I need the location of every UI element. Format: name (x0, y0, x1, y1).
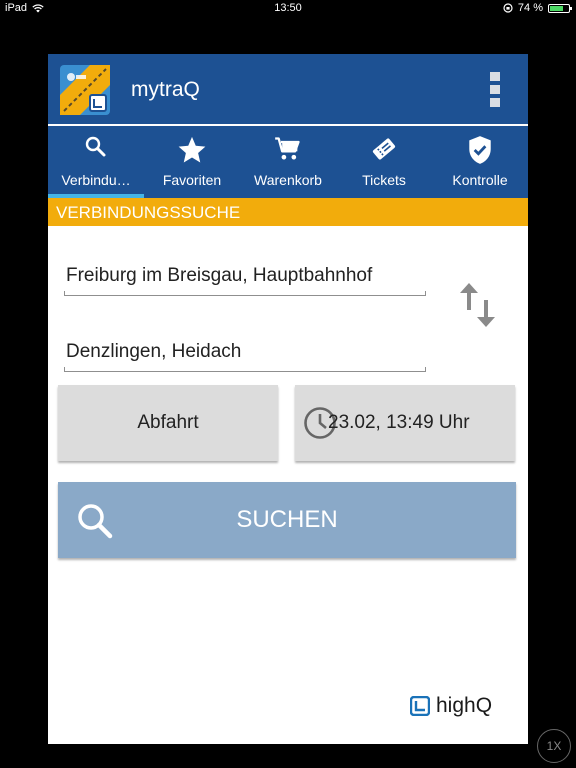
ticket-icon (372, 138, 396, 160)
tab-label: Verbindu… (61, 172, 131, 188)
search-icon (85, 136, 106, 157)
status-bar: iPad 13:50 74 % (0, 0, 576, 16)
field-underline (64, 367, 426, 372)
app-bar: mytraQ (48, 54, 528, 124)
tab-tickets[interactable]: Tickets (336, 126, 432, 198)
app-title: mytraQ (131, 78, 200, 101)
search-button-label: SUCHEN (236, 506, 338, 533)
swap-stations-icon[interactable] (458, 282, 498, 328)
tab-favorites[interactable]: Favoriten (144, 126, 240, 198)
cart-icon (275, 137, 300, 160)
battery-icon (548, 3, 572, 13)
to-station-field[interactable]: Denzlingen, Heidach (64, 334, 426, 372)
brand-name: highQ (436, 694, 493, 717)
app-logo-icon (60, 65, 110, 115)
app-window: mytraQ Verbindu… Favoriten Warenkorb Tic… (48, 54, 528, 744)
tab-control[interactable]: Kontrolle (432, 126, 528, 198)
brand-logo: highQ (410, 694, 492, 718)
zoom-toggle-button[interactable]: 1X (537, 729, 571, 763)
field-underline (64, 291, 426, 296)
battery-percent: 74 % (517, 2, 543, 14)
tab-cart[interactable]: Warenkorb (240, 126, 336, 198)
from-station-value: Freiburg im Breisgau, Hauptbahnhof (66, 265, 373, 286)
section-title: VERBINDUNGSSUCHE (56, 203, 241, 222)
from-station-field[interactable]: Freiburg im Breisgau, Hauptbahnhof (64, 258, 426, 296)
tab-connection-search[interactable]: Verbindu… (48, 126, 144, 198)
section-header: VERBINDUNGSSUCHE (48, 198, 528, 226)
to-station-value: Denzlingen, Heidach (66, 341, 242, 362)
tab-label: Warenkorb (254, 172, 322, 188)
tab-label: Favoriten (162, 172, 222, 188)
status-time: 13:50 (274, 2, 302, 14)
shield-check-icon (469, 136, 491, 164)
search-button[interactable]: SUCHEN (58, 482, 516, 558)
datetime-button[interactable]: 23.02, 13:49 Uhr (295, 385, 515, 461)
tab-label: Tickets (362, 172, 406, 188)
rotation-lock-icon (503, 3, 513, 13)
star-icon (178, 136, 206, 163)
highq-logo-icon (410, 696, 430, 716)
departure-mode-button[interactable]: Abfahrt (58, 385, 278, 461)
datetime-value: 23.02, 13:49 Uhr (328, 412, 470, 433)
overflow-menu-button[interactable] (490, 72, 500, 107)
tab-bar: Verbindu… Favoriten Warenkorb Tickets Ko… (48, 126, 528, 198)
departure-label: Abfahrt (137, 412, 199, 433)
tab-label: Kontrolle (452, 172, 508, 188)
